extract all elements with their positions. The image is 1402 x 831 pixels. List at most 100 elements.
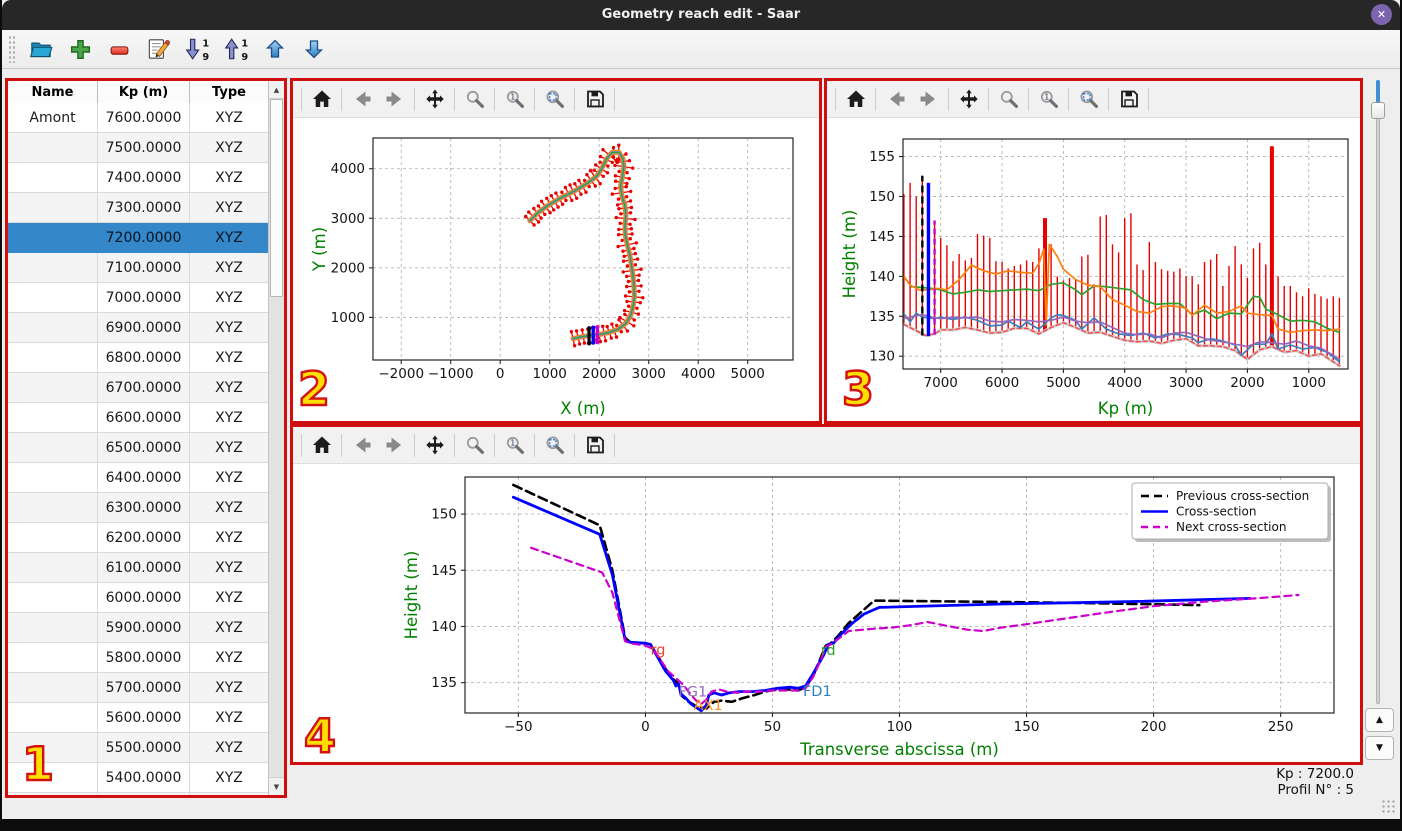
move-up-button[interactable]	[258, 33, 292, 65]
zoom-fit-button[interactable]	[538, 431, 571, 459]
table-row[interactable]: 5900.0000 XYZ	[8, 613, 268, 643]
zoom-button[interactable]	[458, 431, 491, 459]
sort-ascending-button[interactable]: 1 9	[219, 33, 253, 65]
table-row[interactable]: 5600.0000 XYZ	[8, 703, 268, 733]
zoom-fit-button[interactable]	[1072, 85, 1105, 113]
table-cell: XYZ	[190, 493, 268, 523]
svg-text:135: 135	[869, 309, 895, 325]
profile-down-button[interactable]: ▼	[1365, 736, 1394, 760]
open-button[interactable]	[24, 33, 58, 65]
table-row[interactable]: Amont 7600.0000 XYZ	[8, 103, 268, 133]
svg-text:145: 145	[431, 563, 457, 579]
close-button[interactable]: ✕	[1371, 4, 1392, 25]
pan-button[interactable]	[418, 85, 451, 113]
toolbar-separator	[301, 87, 302, 111]
home-button[interactable]	[305, 85, 338, 113]
zoom-fit-button[interactable]	[538, 85, 571, 113]
zoom-fit-icon	[546, 90, 564, 108]
table-cell: 6100.0000	[98, 553, 190, 583]
back-button[interactable]	[345, 85, 378, 113]
table-row[interactable]: 6900.0000 XYZ	[8, 313, 268, 343]
forward-icon	[386, 91, 401, 107]
table-cell	[8, 253, 98, 283]
table-cell	[8, 193, 98, 223]
table-row[interactable]: 6700.0000 XYZ	[8, 373, 268, 403]
table-row[interactable]: 7300.0000 XYZ	[8, 193, 268, 223]
forward-icon	[386, 437, 401, 453]
pan-icon	[959, 89, 978, 109]
column-header-type[interactable]: Type	[190, 81, 268, 103]
table-row[interactable]: 6500.0000 XYZ	[8, 433, 268, 463]
zoom-one-button[interactable]: 1	[498, 85, 531, 113]
back-button[interactable]	[345, 431, 378, 459]
table-row[interactable]: 7200.0000 XYZ	[8, 223, 268, 253]
table-row[interactable]: 6200.0000 XYZ	[8, 523, 268, 553]
profile-slider[interactable]	[1370, 80, 1386, 704]
legend: Previous cross-section Cross-sectionNext …	[1131, 482, 1331, 542]
add-button[interactable]	[63, 33, 97, 65]
table-cell: XYZ	[190, 613, 268, 643]
forward-button[interactable]	[912, 85, 945, 113]
toolbar-drag-handle[interactable]	[8, 35, 17, 63]
table-row[interactable]: 6600.0000 XYZ	[8, 403, 268, 433]
edit-button[interactable]	[141, 33, 175, 65]
scroll-down-button[interactable]: ▼	[269, 777, 284, 795]
cross-section-plot-canvas[interactable]: −50 0 50 100 150 200 250 135 140 145 150 rg FG1 AX1 FD…	[293, 464, 1360, 762]
svg-text:140: 140	[431, 619, 457, 635]
svg-text:140: 140	[869, 269, 895, 285]
table-row[interactable]: 6800.0000 XYZ	[8, 343, 268, 373]
home-button[interactable]	[305, 431, 338, 459]
resize-grip[interactable]	[1381, 799, 1396, 814]
table-cell	[8, 523, 98, 553]
table-cell: XYZ	[190, 583, 268, 613]
svg-text:1000: 1000	[533, 366, 567, 382]
toolbar-separator	[341, 433, 342, 457]
zoom-one-button[interactable]: 1	[1032, 85, 1065, 113]
zoom-one-button[interactable]: 1	[498, 431, 531, 459]
scrollbar-thumb[interactable]	[270, 99, 283, 297]
zoom-button[interactable]	[458, 85, 491, 113]
table-row[interactable]: 6000.0000 XYZ	[8, 583, 268, 613]
move-down-button[interactable]	[297, 33, 331, 65]
column-header-name[interactable]: Name	[8, 81, 98, 103]
back-button[interactable]	[879, 85, 912, 113]
table-row[interactable]: 7500.0000 XYZ	[8, 133, 268, 163]
slider-handle[interactable]	[1371, 102, 1385, 119]
svg-text:AX1: AX1	[694, 698, 723, 714]
plan-plot-canvas[interactable]: −2000 −1000 0 1000 2000 3000 4000 5000 1000 2000 3…	[293, 118, 819, 421]
pan-button[interactable]	[952, 85, 985, 113]
table-row[interactable]: 7000.0000 XYZ	[8, 283, 268, 313]
pan-button[interactable]	[418, 431, 451, 459]
svg-text:3000: 3000	[1169, 375, 1203, 391]
table-row[interactable]: 6400.0000 XYZ	[8, 463, 268, 493]
table-row[interactable]: 7100.0000 XYZ	[8, 253, 268, 283]
save-button[interactable]	[1112, 85, 1145, 113]
forward-button[interactable]	[378, 431, 411, 459]
save-icon	[1120, 90, 1138, 108]
svg-text:−2000: −2000	[378, 366, 424, 382]
table-row[interactable]: 5800.0000 XYZ	[8, 643, 268, 673]
table-row[interactable]: 6300.0000 XYZ	[8, 493, 268, 523]
column-header-kp[interactable]: Kp (m)	[98, 81, 190, 103]
save-button[interactable]	[578, 85, 611, 113]
profile-up-button[interactable]: ▲	[1365, 708, 1394, 732]
scroll-up-button[interactable]: ▲	[269, 81, 284, 99]
panel-number-1: 1	[21, 737, 55, 791]
forward-button[interactable]	[378, 85, 411, 113]
sort-descending-button[interactable]: 1 9	[180, 33, 214, 65]
window-title: Geometry reach edit - Saar	[601, 7, 801, 22]
delete-button[interactable]	[102, 33, 136, 65]
table-row[interactable]: 6100.0000 XYZ	[8, 553, 268, 583]
table-row[interactable]: 5700.0000 XYZ	[8, 673, 268, 703]
zoom-button[interactable]	[992, 85, 1025, 113]
table-cell: 6500.0000	[98, 433, 190, 463]
toolbar-separator	[1108, 87, 1109, 111]
save-button[interactable]	[578, 431, 611, 459]
table-cell: 6700.0000	[98, 373, 190, 403]
longitudinal-plot-canvas[interactable]: 7000 6000 5000 4000 3000 2000 1000 130 135 140 145…	[827, 118, 1360, 421]
table-row[interactable]: 7400.0000 XYZ	[8, 163, 268, 193]
panel-number-4: 4	[303, 709, 337, 763]
home-button[interactable]	[839, 85, 872, 113]
svg-text:1: 1	[510, 93, 515, 102]
table-row[interactable]: 5300.0000XYZ	[8, 793, 268, 795]
